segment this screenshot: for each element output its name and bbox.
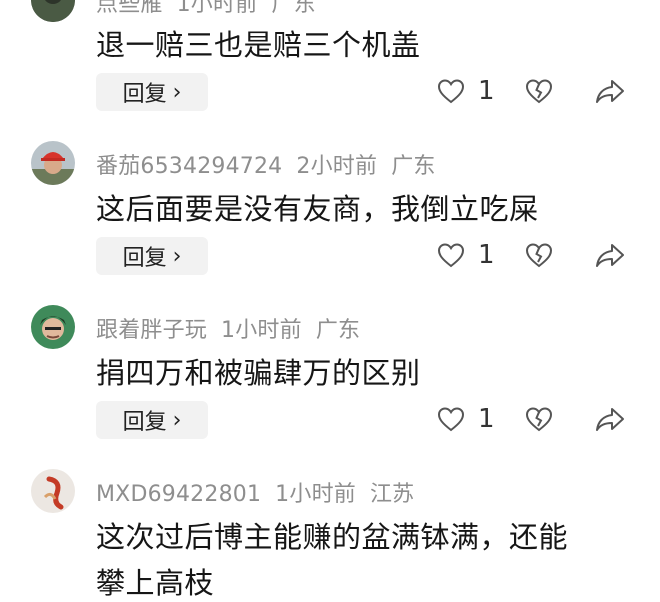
share-icon [596,80,624,103]
comment-location: 江苏 [369,482,415,507]
comment-text: 退一赔三也是赔三个机盖 [96,28,421,62]
comment-location: 广东 [271,0,316,17]
comment-time: 1小时前 [176,0,258,17]
comment-time: 1小时前 [275,482,356,507]
reply-label: 回复 [122,410,167,435]
chevron-right-icon: › [172,407,182,433]
comment-text: 捐四万和被骗肆万的区别 [96,356,421,390]
comment-meta: 点些雁 1小时前 广东 [96,0,330,18]
heart-icon [437,243,465,268]
avatar[interactable] [31,305,75,349]
username[interactable]: MXD69422801 [96,482,261,507]
chevron-right-icon: › [172,243,182,269]
broken-heart-icon [525,407,553,432]
share-button[interactable] [594,240,626,270]
comment-location: 广东 [315,318,361,343]
reply-button[interactable]: 回复 › [96,401,208,439]
comment-location: 广东 [391,154,436,179]
share-button[interactable] [594,404,626,434]
comment-text: 这次过后博主能赚的盆满钵满，还能 [96,520,569,554]
username[interactable]: 点些雁 [96,0,163,17]
like-count: 1 [478,240,495,270]
reply-button[interactable]: 回复 › [96,237,208,275]
like-button[interactable]: 1 [436,404,495,434]
like-count: 1 [478,76,495,106]
dislike-button[interactable] [524,240,554,270]
avatar[interactable] [31,141,75,185]
comment-meta: 跟着胖子玩 1小时前 广东 [96,312,374,344]
comment-text: 这后面要是没有友商，我倒立吃屎 [96,192,539,226]
chevron-right-icon: › [172,79,182,105]
heart-icon [437,407,465,432]
avatar[interactable] [31,0,75,22]
comment-time: 2小时前 [296,154,378,179]
username[interactable]: 番茄6534294724 [96,154,282,179]
reply-button[interactable]: 回复 › [96,73,208,111]
dislike-button[interactable] [524,404,554,434]
comment-meta: 番茄6534294724 2小时前 广东 [96,148,450,180]
broken-heart-icon [525,79,553,104]
share-icon [596,244,624,267]
avatar[interactable] [31,469,75,513]
heart-icon [437,79,465,104]
reply-label: 回复 [122,82,167,107]
share-button[interactable] [594,76,626,106]
like-count: 1 [478,404,495,434]
dislike-button[interactable] [524,76,554,106]
comment-time: 1小时前 [221,318,302,343]
comment-text-continued: 攀上高枝 [96,566,215,600]
comment-meta: MXD69422801 1小时前 江苏 [96,476,428,508]
like-button[interactable]: 1 [436,76,495,106]
like-button[interactable]: 1 [436,240,495,270]
username[interactable]: 跟着胖子玩 [96,318,207,343]
share-icon [596,408,624,431]
reply-label: 回复 [122,246,167,271]
broken-heart-icon [525,243,553,268]
